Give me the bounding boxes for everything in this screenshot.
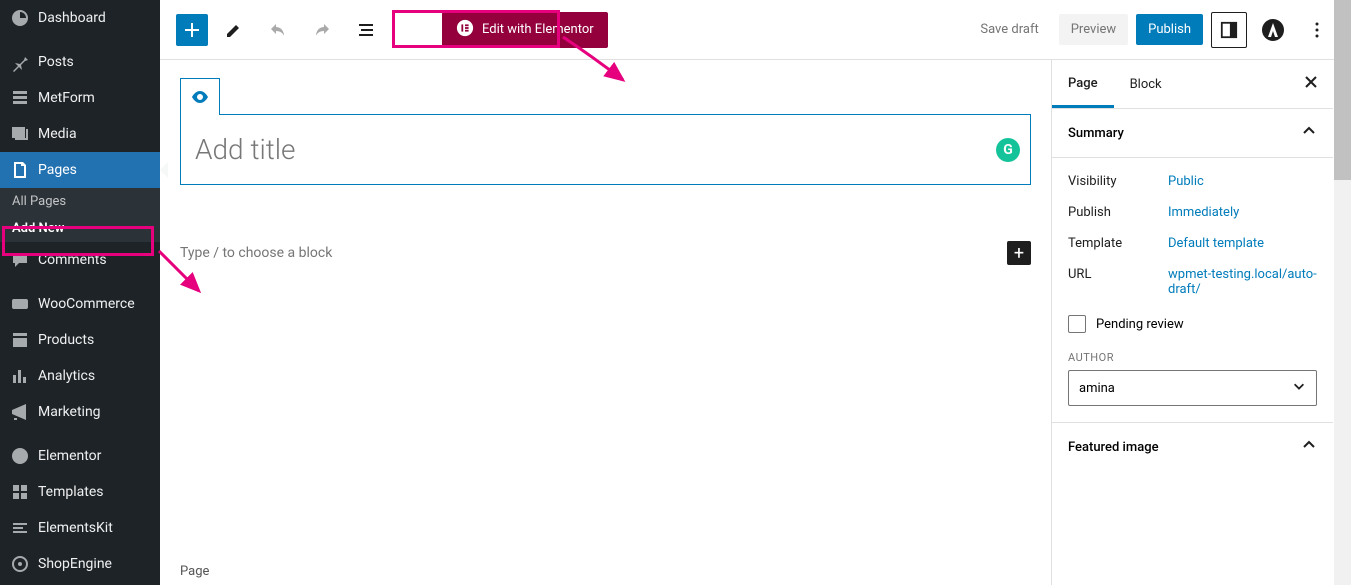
sidebar-item-marketing[interactable]: Marketing <box>0 394 160 430</box>
sidebar-item-label: Posts <box>38 54 74 70</box>
tab-block[interactable]: Block <box>1114 63 1178 106</box>
author-heading: AUTHOR <box>1068 351 1317 364</box>
sidebar-item-label: Dashboard <box>38 10 106 26</box>
sidebar-sub-addnew[interactable]: Add New <box>0 215 160 242</box>
elementor-icon <box>10 446 30 466</box>
sidebar-item-woocommerce[interactable]: WooCommerce <box>0 286 160 322</box>
elementor-logo-icon <box>456 19 474 41</box>
sidebar-item-elementor[interactable]: Elementor <box>0 438 160 474</box>
edit-mode-button[interactable] <box>216 12 252 48</box>
title-block[interactable]: G <box>180 114 1031 185</box>
eye-icon[interactable] <box>180 78 220 115</box>
sidebar-item-comments[interactable]: Comments <box>0 242 160 278</box>
sidebar-item-label: Templates <box>38 484 104 500</box>
metform-icon <box>10 88 30 108</box>
add-block-button[interactable] <box>176 14 208 46</box>
comments-icon <box>10 250 30 270</box>
chevron-up-icon <box>1301 123 1317 143</box>
save-draft-button[interactable]: Save draft <box>968 14 1050 45</box>
analytics-icon <box>10 366 30 386</box>
author-select[interactable]: amina <box>1068 370 1317 406</box>
woo-icon <box>10 294 30 314</box>
author-value: amina <box>1079 381 1115 396</box>
sidebar-submenu: All Pages Add New <box>0 188 160 242</box>
shopengine-icon <box>10 554 30 574</box>
publish-button[interactable]: Publish <box>1136 14 1203 45</box>
publish-value[interactable]: Immediately <box>1168 205 1317 220</box>
sidebar-item-label: ShopEngine <box>38 556 112 572</box>
sidebar-item-label: Media <box>38 126 77 142</box>
media-icon <box>10 124 30 144</box>
panel-tabs: Page Block <box>1052 60 1333 109</box>
block-placeholder-text: Type / to choose a block <box>180 245 332 261</box>
sidebar-item-elementskit[interactable]: ElementsKit <box>0 510 160 546</box>
sidebar-item-label: Products <box>38 332 94 348</box>
settings-toggle-button[interactable] <box>1211 12 1247 48</box>
pending-review-label: Pending review <box>1096 317 1184 332</box>
undo-button[interactable] <box>260 12 296 48</box>
sidebar-item-label: Marketing <box>38 404 101 420</box>
sidebar-item-metform[interactable]: MetForm <box>0 80 160 116</box>
document-overview-button[interactable] <box>348 12 384 48</box>
sidebar-item-dashboard[interactable]: Dashboard <box>0 0 160 36</box>
pending-review-checkbox[interactable] <box>1068 315 1086 333</box>
url-label: URL <box>1068 267 1168 297</box>
url-value[interactable]: wpmet-testing.local/auto-draft/ <box>1168 267 1317 297</box>
more-options-button[interactable] <box>1299 12 1335 48</box>
breadcrumb-footer[interactable]: Page <box>180 558 209 585</box>
pin-icon <box>10 52 30 72</box>
tab-page[interactable]: Page <box>1052 62 1114 108</box>
close-panel-button[interactable] <box>1289 60 1333 108</box>
sidebar-item-pages[interactable]: Pages <box>0 152 160 188</box>
template-label: Template <box>1068 236 1168 251</box>
grammarly-icon[interactable]: G <box>996 138 1020 162</box>
block-placeholder[interactable]: Type / to choose a block + <box>180 245 1031 261</box>
chevron-up-icon <box>1301 437 1317 457</box>
scrollbar-track[interactable] <box>1334 0 1351 585</box>
sidebar-item-label: ElementsKit <box>38 520 113 536</box>
edit-with-elementor-button[interactable]: Edit with Elementor <box>442 12 608 48</box>
sidebar-item-media[interactable]: Media <box>0 116 160 152</box>
scrollbar-thumb[interactable] <box>1334 0 1351 180</box>
sidebar-item-posts[interactable]: Posts <box>0 44 160 80</box>
editor-toolbar: Edit with Elementor Save draft Preview P… <box>160 0 1351 60</box>
sidebar-item-label: WooCommerce <box>38 296 135 312</box>
sidebar-item-label: Elementor <box>38 448 101 464</box>
settings-panel: Page Block Summary VisibilityPublic Publ… <box>1051 60 1333 585</box>
template-value[interactable]: Default template <box>1168 236 1317 251</box>
featured-label: Featured image <box>1068 440 1159 455</box>
visibility-value[interactable]: Public <box>1168 174 1317 189</box>
admin-sidebar: Dashboard Posts MetForm Media Pages All … <box>0 0 160 585</box>
redo-button[interactable] <box>304 12 340 48</box>
preview-button[interactable]: Preview <box>1059 14 1128 45</box>
sidebar-sub-allpages[interactable]: All Pages <box>0 188 160 215</box>
visibility-label: Visibility <box>1068 174 1168 189</box>
sidebar-item-label: Pages <box>38 162 77 178</box>
section-featured-header[interactable]: Featured image <box>1052 423 1333 471</box>
chevron-down-icon <box>1292 379 1306 397</box>
marketing-icon <box>10 402 30 422</box>
summary-body: VisibilityPublic PublishImmediately Temp… <box>1052 158 1333 423</box>
products-icon <box>10 330 30 350</box>
publish-label: Publish <box>1068 205 1168 220</box>
add-block-inline-button[interactable]: + <box>1007 241 1031 265</box>
sidebar-item-label: MetForm <box>38 90 95 106</box>
editor-canvas: G Type / to choose a block + <box>160 60 1051 585</box>
sidebar-item-products[interactable]: Products <box>0 322 160 358</box>
summary-label: Summary <box>1068 126 1124 141</box>
sidebar-item-label: Comments <box>38 252 107 268</box>
pages-icon <box>10 160 30 180</box>
page-title-input[interactable] <box>181 115 1030 184</box>
elementor-button-label: Edit with Elementor <box>482 22 594 37</box>
elementskit-icon <box>10 518 30 538</box>
dashboard-icon <box>10 8 30 28</box>
astra-button[interactable] <box>1255 12 1291 48</box>
sidebar-item-templates[interactable]: Templates <box>0 474 160 510</box>
sidebar-item-label: Analytics <box>38 368 95 384</box>
sidebar-item-shopengine[interactable]: ShopEngine <box>0 546 160 582</box>
section-summary-header[interactable]: Summary <box>1052 109 1333 158</box>
templates-icon <box>10 482 30 502</box>
sidebar-item-analytics[interactable]: Analytics <box>0 358 160 394</box>
